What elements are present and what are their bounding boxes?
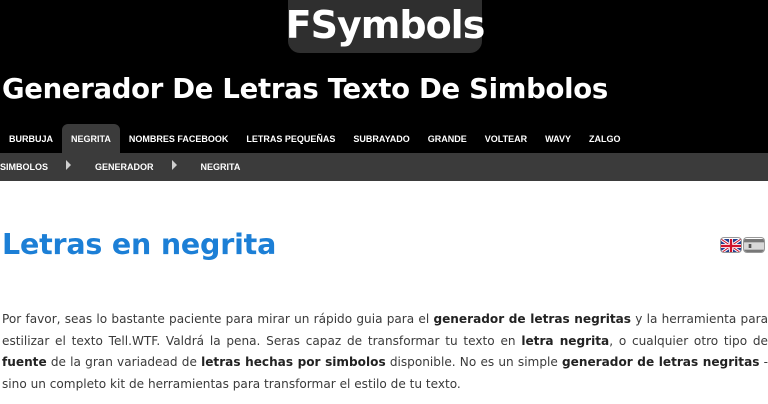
bold-keyword: letra negrita: [521, 333, 610, 348]
paragraph-text: de la gran variadead de: [46, 355, 202, 369]
breadcrumb-item[interactable]: Simbolos: [0, 162, 48, 172]
paragraph-text: , o cualquier otro tipo de: [609, 333, 768, 348]
spain-flag-icon[interactable]: [744, 238, 764, 252]
page-heading-rest: en negrita: [102, 228, 277, 261]
nav-item-nombres-facebook[interactable]: Nombres Facebook: [120, 124, 238, 153]
nav-item-negrita[interactable]: Negrita: [62, 124, 120, 153]
breadcrumb-item[interactable]: Generador: [95, 162, 154, 172]
breadcrumb-separator-icon: [171, 160, 177, 170]
breadcrumb-item[interactable]: Negrita: [201, 162, 241, 172]
paragraph-text: Por favor, seas lo bastante paciente par…: [2, 312, 434, 326]
nav-item-voltear[interactable]: Voltear: [476, 124, 536, 153]
main-nav: Burbuja Negrita Nombres Facebook Letras Peq…: [0, 124, 629, 153]
bold-keyword: generador de letras negritas: [562, 355, 760, 369]
intro-paragraph: Por favor, seas lo bastante paciente par…: [2, 309, 768, 395]
uk-flag-icon[interactable]: [721, 238, 741, 252]
bold-keyword: generador de letras negritas: [433, 312, 632, 326]
language-switcher: [721, 238, 764, 252]
bold-keyword: le­tras hechas por simbolos: [201, 355, 386, 369]
site-title: Generador De Letras Texto De Simbolos: [2, 73, 608, 105]
paragraph-text: disponible. No es un simple: [385, 355, 563, 369]
nav-item-subrayado[interactable]: Subrayado: [344, 124, 418, 153]
page-heading-strong: Letras: [2, 228, 103, 261]
breadcrumb-separator-icon: [66, 160, 72, 170]
breadcrumb: Simbolos Generador Negrita: [0, 153, 768, 181]
bold-keyword: fuente: [2, 355, 47, 369]
main-content: Letras en negrita Por favor, seas lo bas…: [0, 181, 768, 404]
page-heading: Letras en negrita: [2, 228, 276, 261]
nav-item-wavy[interactable]: Wavy: [536, 124, 580, 153]
logo-text: FSymbols: [285, 2, 486, 47]
nav-item-grande[interactable]: Grande: [419, 124, 476, 153]
nav-item-zalgo[interactable]: Zalgo: [580, 124, 630, 153]
nav-item-burbuja[interactable]: Burbuja: [0, 124, 62, 153]
nav-item-letras-pequeñas[interactable]: Letras Pequeñas: [237, 124, 344, 153]
site-header: FSymbols Generador De Letras Texto De Si…: [0, 0, 768, 153]
site-logo[interactable]: FSymbols: [285, 0, 486, 53]
